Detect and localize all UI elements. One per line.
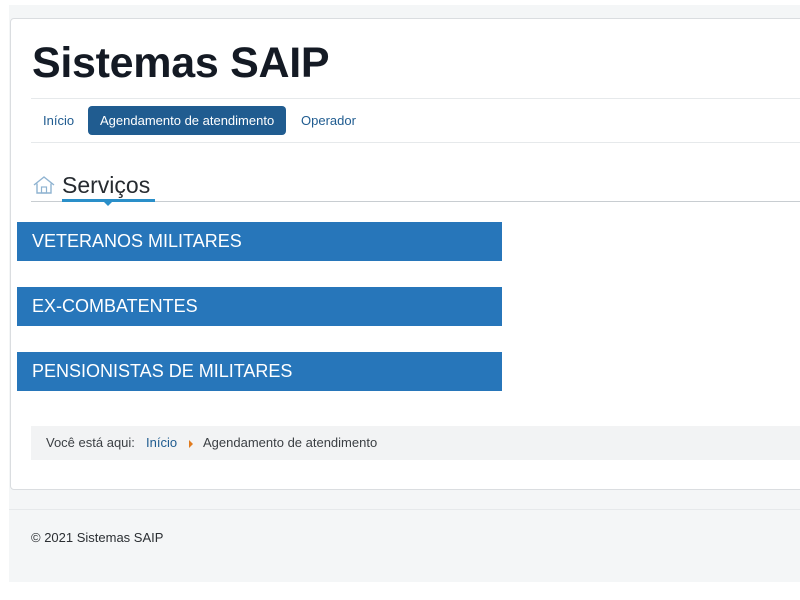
nav-item-inicio[interactable]: Início — [31, 106, 86, 135]
title-underline — [62, 199, 155, 206]
service-pensionistas-de-militares[interactable]: PENSIONISTAS DE MILITARES — [17, 352, 502, 391]
breadcrumb-link-inicio[interactable]: Início — [146, 426, 177, 460]
nav-item-agendamento[interactable]: Agendamento de atendimento — [88, 106, 287, 135]
nav-item-operador[interactable]: Operador — [289, 106, 368, 135]
breadcrumb: Você está aqui: Início Agendamento de at… — [31, 426, 800, 460]
section-title: Serviços — [62, 172, 151, 198]
service-veteranos-militares[interactable]: VETERANOS MILITARES — [17, 222, 502, 261]
main-container: Sistemas SAIP Início Agendamento de aten… — [10, 18, 800, 490]
footer-copyright: © 2021 Sistemas SAIP — [31, 530, 164, 545]
breadcrumb-current: Agendamento de atendimento — [203, 435, 378, 450]
footer: © 2021 Sistemas SAIP — [9, 509, 800, 582]
breadcrumb-label: Você está aqui: — [46, 435, 135, 450]
home-icon — [33, 176, 55, 194]
service-ex-combatentes[interactable]: EX-COMBATENTES — [17, 287, 502, 326]
section-heading: Serviços — [31, 169, 800, 206]
site-title: Sistemas SAIP — [32, 39, 330, 87]
main-nav: Início Agendamento de atendimento Operad… — [31, 98, 800, 143]
breadcrumb-separator-icon — [189, 440, 193, 448]
